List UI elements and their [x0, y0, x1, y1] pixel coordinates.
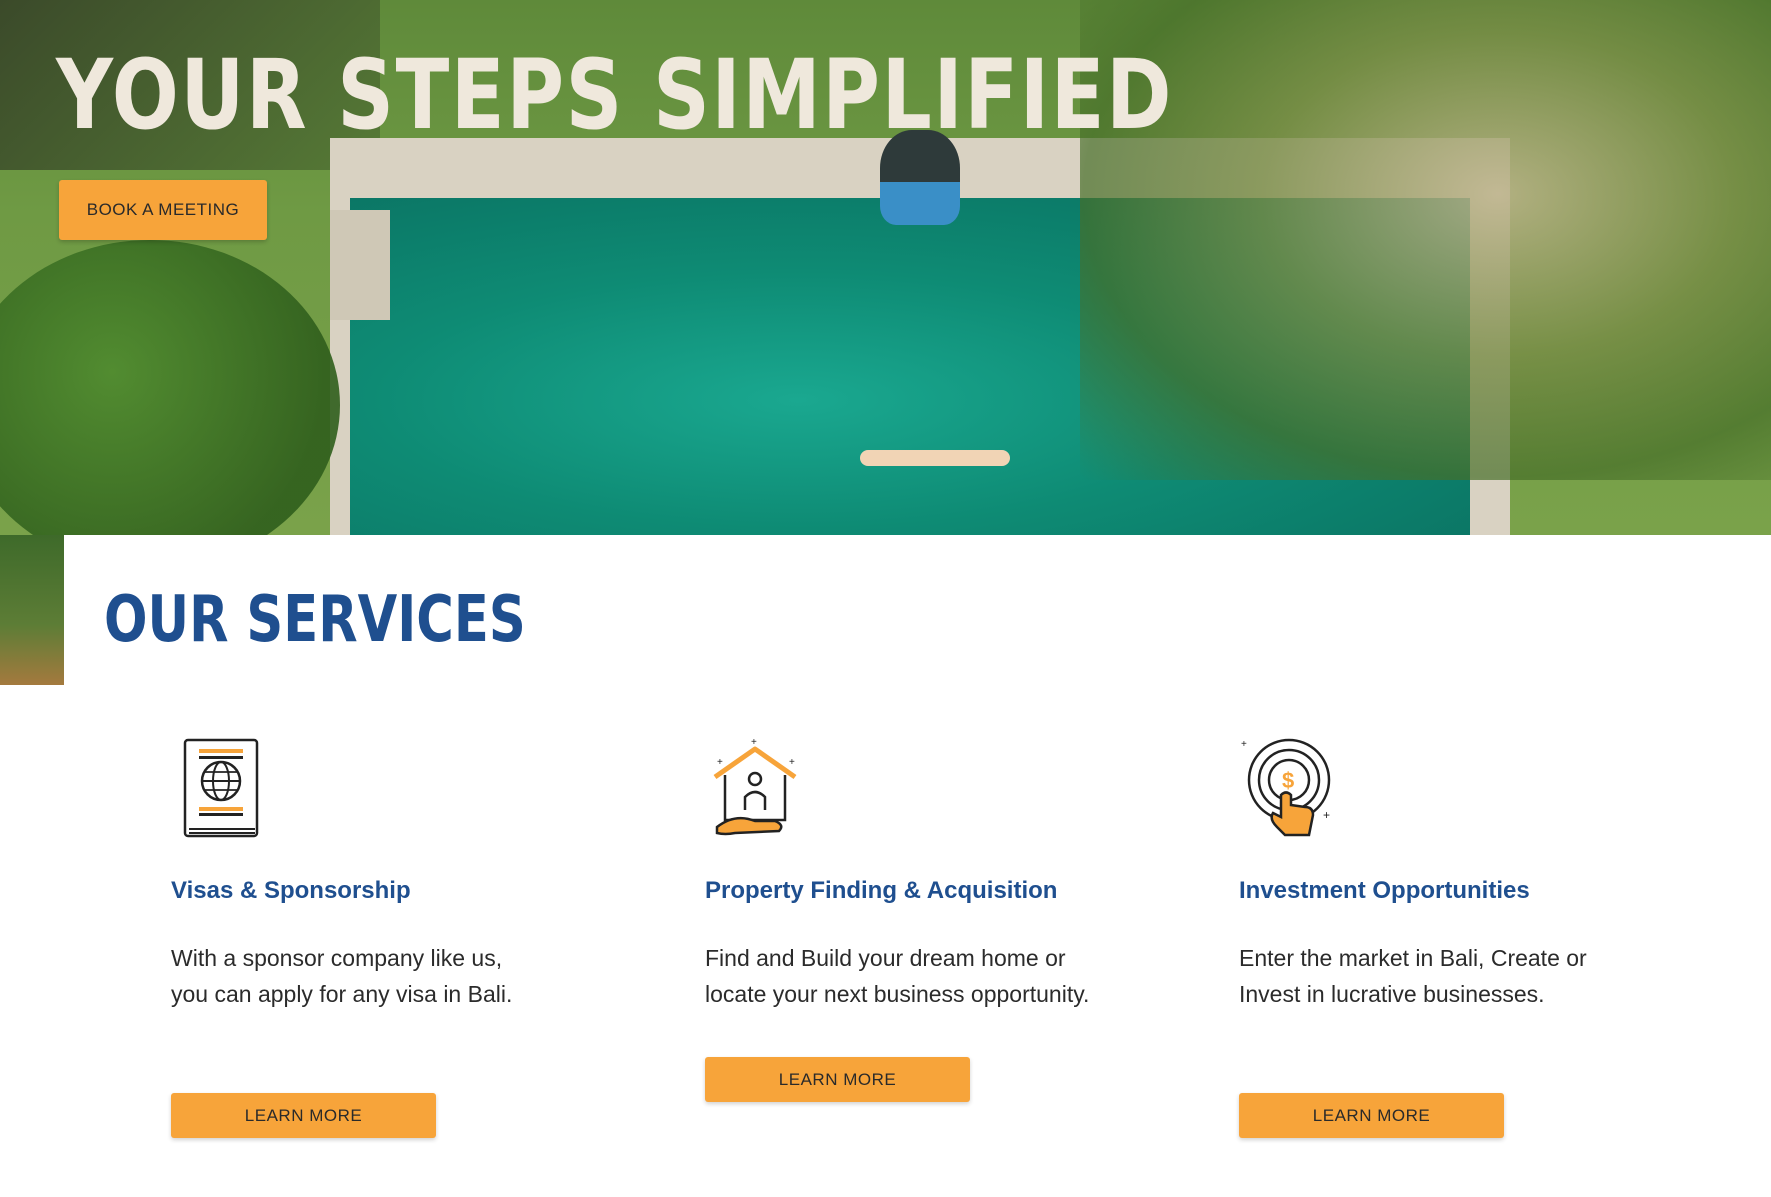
house-hand-icon: + + + [713, 737, 797, 836]
learn-more-button[interactable]: LEARN MORE [1239, 1093, 1504, 1138]
service-title: Property Finding & Acquisition [705, 877, 1058, 904]
pool-step-image [330, 210, 390, 320]
hero-section: YOUR STEPS SIMPLIFIED BOOK A MEETING [0, 0, 1771, 535]
svg-text:+: + [751, 737, 757, 748]
dollar-target-icon: $ + + [1241, 738, 1331, 837]
foliage-image [0, 240, 340, 535]
svg-text:+: + [789, 757, 795, 768]
svg-text:$: $ [1282, 768, 1294, 793]
service-card-property: + + + Property Finding & Acquisition Fin… [705, 735, 1125, 1102]
hero-image-edge [0, 535, 64, 685]
service-title: Visas & Sponsorship [171, 877, 411, 904]
services-heading: OUR SERVICES [104, 583, 526, 657]
svg-text:+: + [1323, 808, 1330, 822]
service-description: Enter the market in Bali, Create or Inve… [1239, 945, 1587, 1007]
svg-text:+: + [717, 757, 723, 768]
hero-title: YOUR STEPS SIMPLIFIED [56, 39, 1174, 151]
tree-image [1080, 0, 1771, 480]
service-description: With a sponsor company like us, you can … [171, 945, 513, 1007]
book-meeting-button[interactable]: BOOK A MEETING [59, 180, 267, 240]
learn-more-button[interactable]: LEARN MORE [171, 1093, 436, 1138]
svg-text:+: + [1241, 739, 1247, 750]
learn-more-button[interactable]: LEARN MORE [705, 1057, 970, 1102]
service-card-visas: Visas & Sponsorship With a sponsor compa… [171, 735, 591, 1138]
service-card-investment: $ + + Investment Opportunities Enter the… [1239, 735, 1659, 1138]
service-title: Investment Opportunities [1239, 877, 1530, 904]
passport-icon [183, 738, 259, 838]
swimmer-image [860, 450, 1010, 466]
service-description: Find and Build your dream home or locate… [705, 945, 1090, 1007]
